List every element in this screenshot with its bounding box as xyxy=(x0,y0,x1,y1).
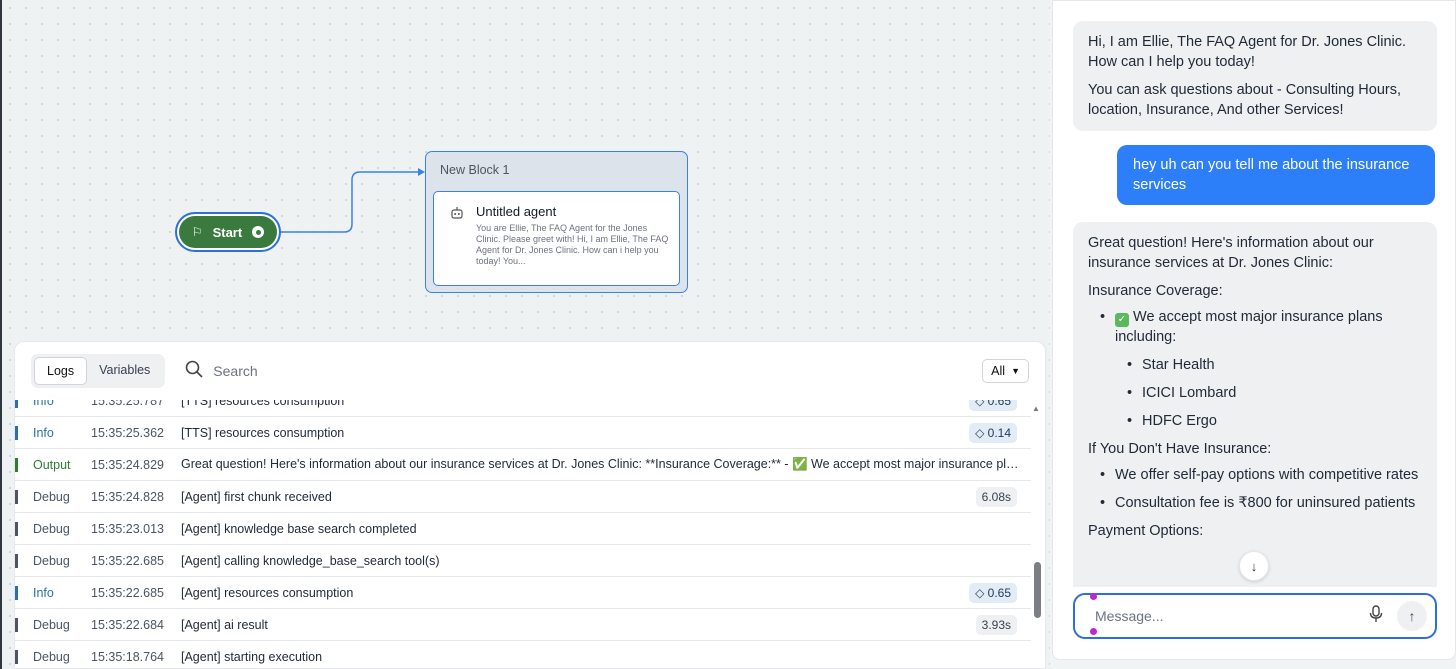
log-timestamp: 15:35:18.764 xyxy=(91,649,164,664)
message-input[interactable] xyxy=(1095,608,1369,624)
list-item: HDFC Ergo xyxy=(1127,411,1422,431)
agent-description: You are Ellie, The FAQ Agent for the Jon… xyxy=(476,223,669,266)
log-row[interactable]: Debug 15:35:18.764 [Agent] starting execut… xyxy=(15,641,1031,668)
logs-tabs: Logs Variables xyxy=(31,354,166,388)
log-row[interactable]: Debug 15:35:22.685 [Agent] calling knowled… xyxy=(15,545,1031,577)
scroll-up-icon[interactable]: ▲ xyxy=(1032,404,1040,413)
no-insurance-list: We offer self-pay options with competiti… xyxy=(1100,465,1422,513)
bot-message: Hi, I am Ellie, The FAQ Agent for Dr. Jo… xyxy=(1073,21,1437,131)
log-badge: 6.08s xyxy=(975,486,1017,507)
start-node[interactable]: ⚐ Start xyxy=(175,212,281,252)
tab-variables[interactable]: Variables xyxy=(87,357,162,385)
log-timestamp: 15:35:25.362 xyxy=(91,425,164,440)
log-level: Info xyxy=(33,425,54,440)
greeting-text-2: You can ask questions about - Consulting… xyxy=(1088,82,1402,118)
log-message: [Agent] starting execution xyxy=(181,649,323,664)
list-item: ✓ We accept most major insurance plans i… xyxy=(1100,307,1422,431)
search-icon xyxy=(185,360,203,383)
block-title: New Block 1 xyxy=(440,163,510,177)
log-timestamp: 15:35:23.013 xyxy=(91,521,164,536)
filter-value: All xyxy=(991,364,1006,378)
logs-scrollbar[interactable]: ▲ xyxy=(1031,400,1043,668)
log-timestamp: 15:35:22.685 xyxy=(91,553,164,568)
log-level: Debug xyxy=(33,553,70,568)
logs-header: Logs Variables All ▼ xyxy=(15,342,1045,400)
log-level: Debug xyxy=(33,617,70,632)
coverage-item: We accept most major insurance plans inc… xyxy=(1115,309,1383,345)
agent-name: Untitled agent xyxy=(476,204,557,219)
log-badge: ◇ 0.65 xyxy=(969,400,1017,411)
log-row[interactable]: Info 15:35:25.787 [TTS] resources consumpt… xyxy=(15,400,1031,417)
list-item: We offer self-pay options with competiti… xyxy=(1100,465,1422,485)
tab-logs[interactable]: Logs xyxy=(34,357,88,385)
no-insurance-heading: If You Don't Have Insurance: xyxy=(1088,441,1272,457)
log-row[interactable]: Output 15:35:24.829 Great question! Here's… xyxy=(15,449,1031,481)
log-message: [Agent] calling knowledge_base_search to… xyxy=(181,553,440,568)
start-label: Start xyxy=(212,224,243,240)
log-badge: ◇ 0.65 xyxy=(969,582,1017,603)
search-input[interactable] xyxy=(213,363,414,379)
flow-block[interactable]: New Block 1 Untitled agent You are Ellie… xyxy=(425,151,688,293)
coverage-heading: Insurance Coverage: xyxy=(1088,283,1223,299)
log-timestamp: 15:35:24.829 xyxy=(91,457,164,472)
message-composer: ↑ xyxy=(1073,593,1437,639)
log-row[interactable]: Debug 15:35:23.013 [Agent] knowledge base … xyxy=(15,513,1031,545)
log-message: [Agent] ai result xyxy=(181,617,268,632)
coverage-list: ✓ We accept most major insurance plans i… xyxy=(1100,307,1422,431)
cursor-dot-icon xyxy=(1090,593,1097,600)
log-timestamp: 15:35:22.685 xyxy=(91,585,164,600)
output-port-icon[interactable] xyxy=(252,226,265,238)
chat-panel: Hi, I am Ellie, The FAQ Agent for Dr. Jo… xyxy=(1052,0,1456,660)
log-message: Great question! Here's information about… xyxy=(181,457,1031,471)
log-timestamp: 15:35:25.787 xyxy=(91,400,164,408)
log-badge: 3.93s xyxy=(975,614,1017,635)
log-message: [TTS] resources consumption xyxy=(181,425,345,440)
check-icon: ✓ xyxy=(1115,313,1129,327)
log-message: [Agent] knowledge base search completed xyxy=(181,521,417,536)
log-level: Debug xyxy=(33,649,70,664)
log-row[interactable]: Debug 15:35:22.684 [Agent] ai result 3.93s xyxy=(15,609,1031,641)
plans-list: Star Health ICICI Lombard HDFC Ergo xyxy=(1127,355,1422,431)
bot-answer: Great question! Here's information about… xyxy=(1073,222,1437,587)
scroll-thumb[interactable] xyxy=(1034,562,1041,618)
robot-icon xyxy=(450,206,464,223)
list-item: Consultation fee is ₹800 for uninsured p… xyxy=(1100,493,1422,513)
cursor-dot-icon xyxy=(1090,628,1097,635)
log-row[interactable]: Debug 15:35:24.828 [Agent] first chunk rec… xyxy=(15,481,1031,513)
payment-heading: Payment Options: xyxy=(1088,523,1204,539)
agent-card[interactable]: Untitled agent You are Ellie, The FAQ Ag… xyxy=(433,191,680,286)
log-message: [TTS] resources consumption xyxy=(181,400,345,408)
chevron-down-icon: ▼ xyxy=(1011,366,1020,376)
level-filter-select[interactable]: All ▼ xyxy=(982,359,1029,383)
flow-canvas[interactable]: ⚐ Start New Block 1 Untitled agent You a… xyxy=(0,0,1050,669)
answer-intro: Great question! Here's information about… xyxy=(1088,235,1374,271)
list-item: Star Health xyxy=(1127,355,1422,375)
search-box xyxy=(185,360,414,383)
log-level: Info xyxy=(33,585,54,600)
log-level: Info xyxy=(33,400,54,408)
log-level: Debug xyxy=(33,489,70,504)
log-level: Debug xyxy=(33,521,70,536)
send-button[interactable]: ↑ xyxy=(1397,601,1427,631)
logs-panel: Logs Variables All ▼ Info 15:35:25.787 [TT… xyxy=(14,341,1046,669)
log-level: Output xyxy=(33,457,71,472)
log-row[interactable]: Info 15:35:22.685 [Agent] resources consum… xyxy=(15,577,1031,609)
log-message: [Agent] resources consumption xyxy=(181,585,354,600)
log-message: [Agent] first chunk received xyxy=(181,489,332,504)
log-timestamp: 15:35:22.684 xyxy=(91,617,164,632)
scroll-down-button[interactable]: ↓ xyxy=(1239,551,1269,581)
list-item: ICICI Lombard xyxy=(1127,383,1422,403)
user-message: hey uh can you tell me about the insuran… xyxy=(1117,145,1435,205)
arrow-down-icon: ↓ xyxy=(1250,558,1258,574)
log-list[interactable]: Info 15:35:25.787 [TTS] resources consumpt… xyxy=(15,400,1031,668)
flag-icon: ⚐ xyxy=(191,225,203,239)
microphone-icon[interactable] xyxy=(1369,605,1383,627)
greeting-text: Hi, I am Ellie, The FAQ Agent for Dr. Jo… xyxy=(1088,34,1407,70)
log-timestamp: 15:35:24.828 xyxy=(91,489,164,504)
log-row[interactable]: Info 15:35:25.362 [TTS] resources consumpt… xyxy=(15,417,1031,449)
log-badge: ◇ 0.14 xyxy=(969,422,1017,443)
arrow-up-icon: ↑ xyxy=(1408,608,1416,624)
